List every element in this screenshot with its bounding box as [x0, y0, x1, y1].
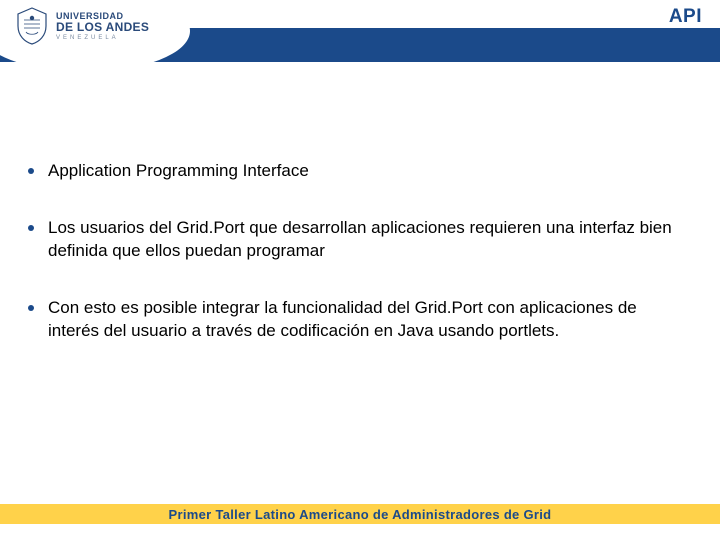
list-item: Los usuarios del Grid.Port que desarroll… — [28, 217, 692, 263]
content-area: Application Programming Interface Los us… — [28, 160, 692, 377]
university-crest-icon — [14, 6, 50, 46]
footer-text: Primer Taller Latino Americano de Admini… — [169, 507, 552, 522]
bullet-text: Application Programming Interface — [48, 160, 309, 183]
logo-line-2: DE LOS ANDES — [56, 21, 149, 33]
logo: UNIVERSIDAD DE LOS ANDES VENEZUELA — [0, 0, 192, 66]
logo-text: UNIVERSIDAD DE LOS ANDES VENEZUELA — [56, 12, 149, 41]
list-item: Con esto es posible integrar la funciona… — [28, 297, 692, 343]
slide: API UNIVERSIDAD DE LOS ANDES VENEZUELA A… — [0, 0, 720, 540]
bullet-icon — [28, 225, 34, 231]
footer-bar: Primer Taller Latino Americano de Admini… — [0, 504, 720, 524]
logo-inner: UNIVERSIDAD DE LOS ANDES VENEZUELA — [14, 6, 149, 46]
bullet-text: Con esto es posible integrar la funciona… — [48, 297, 692, 343]
bullet-text: Los usuarios del Grid.Port que desarroll… — [48, 217, 692, 263]
list-item: Application Programming Interface — [28, 160, 692, 183]
bullet-icon — [28, 305, 34, 311]
logo-line-3: VENEZUELA — [56, 35, 149, 41]
slide-title: API — [669, 6, 702, 28]
bullet-icon — [28, 168, 34, 174]
